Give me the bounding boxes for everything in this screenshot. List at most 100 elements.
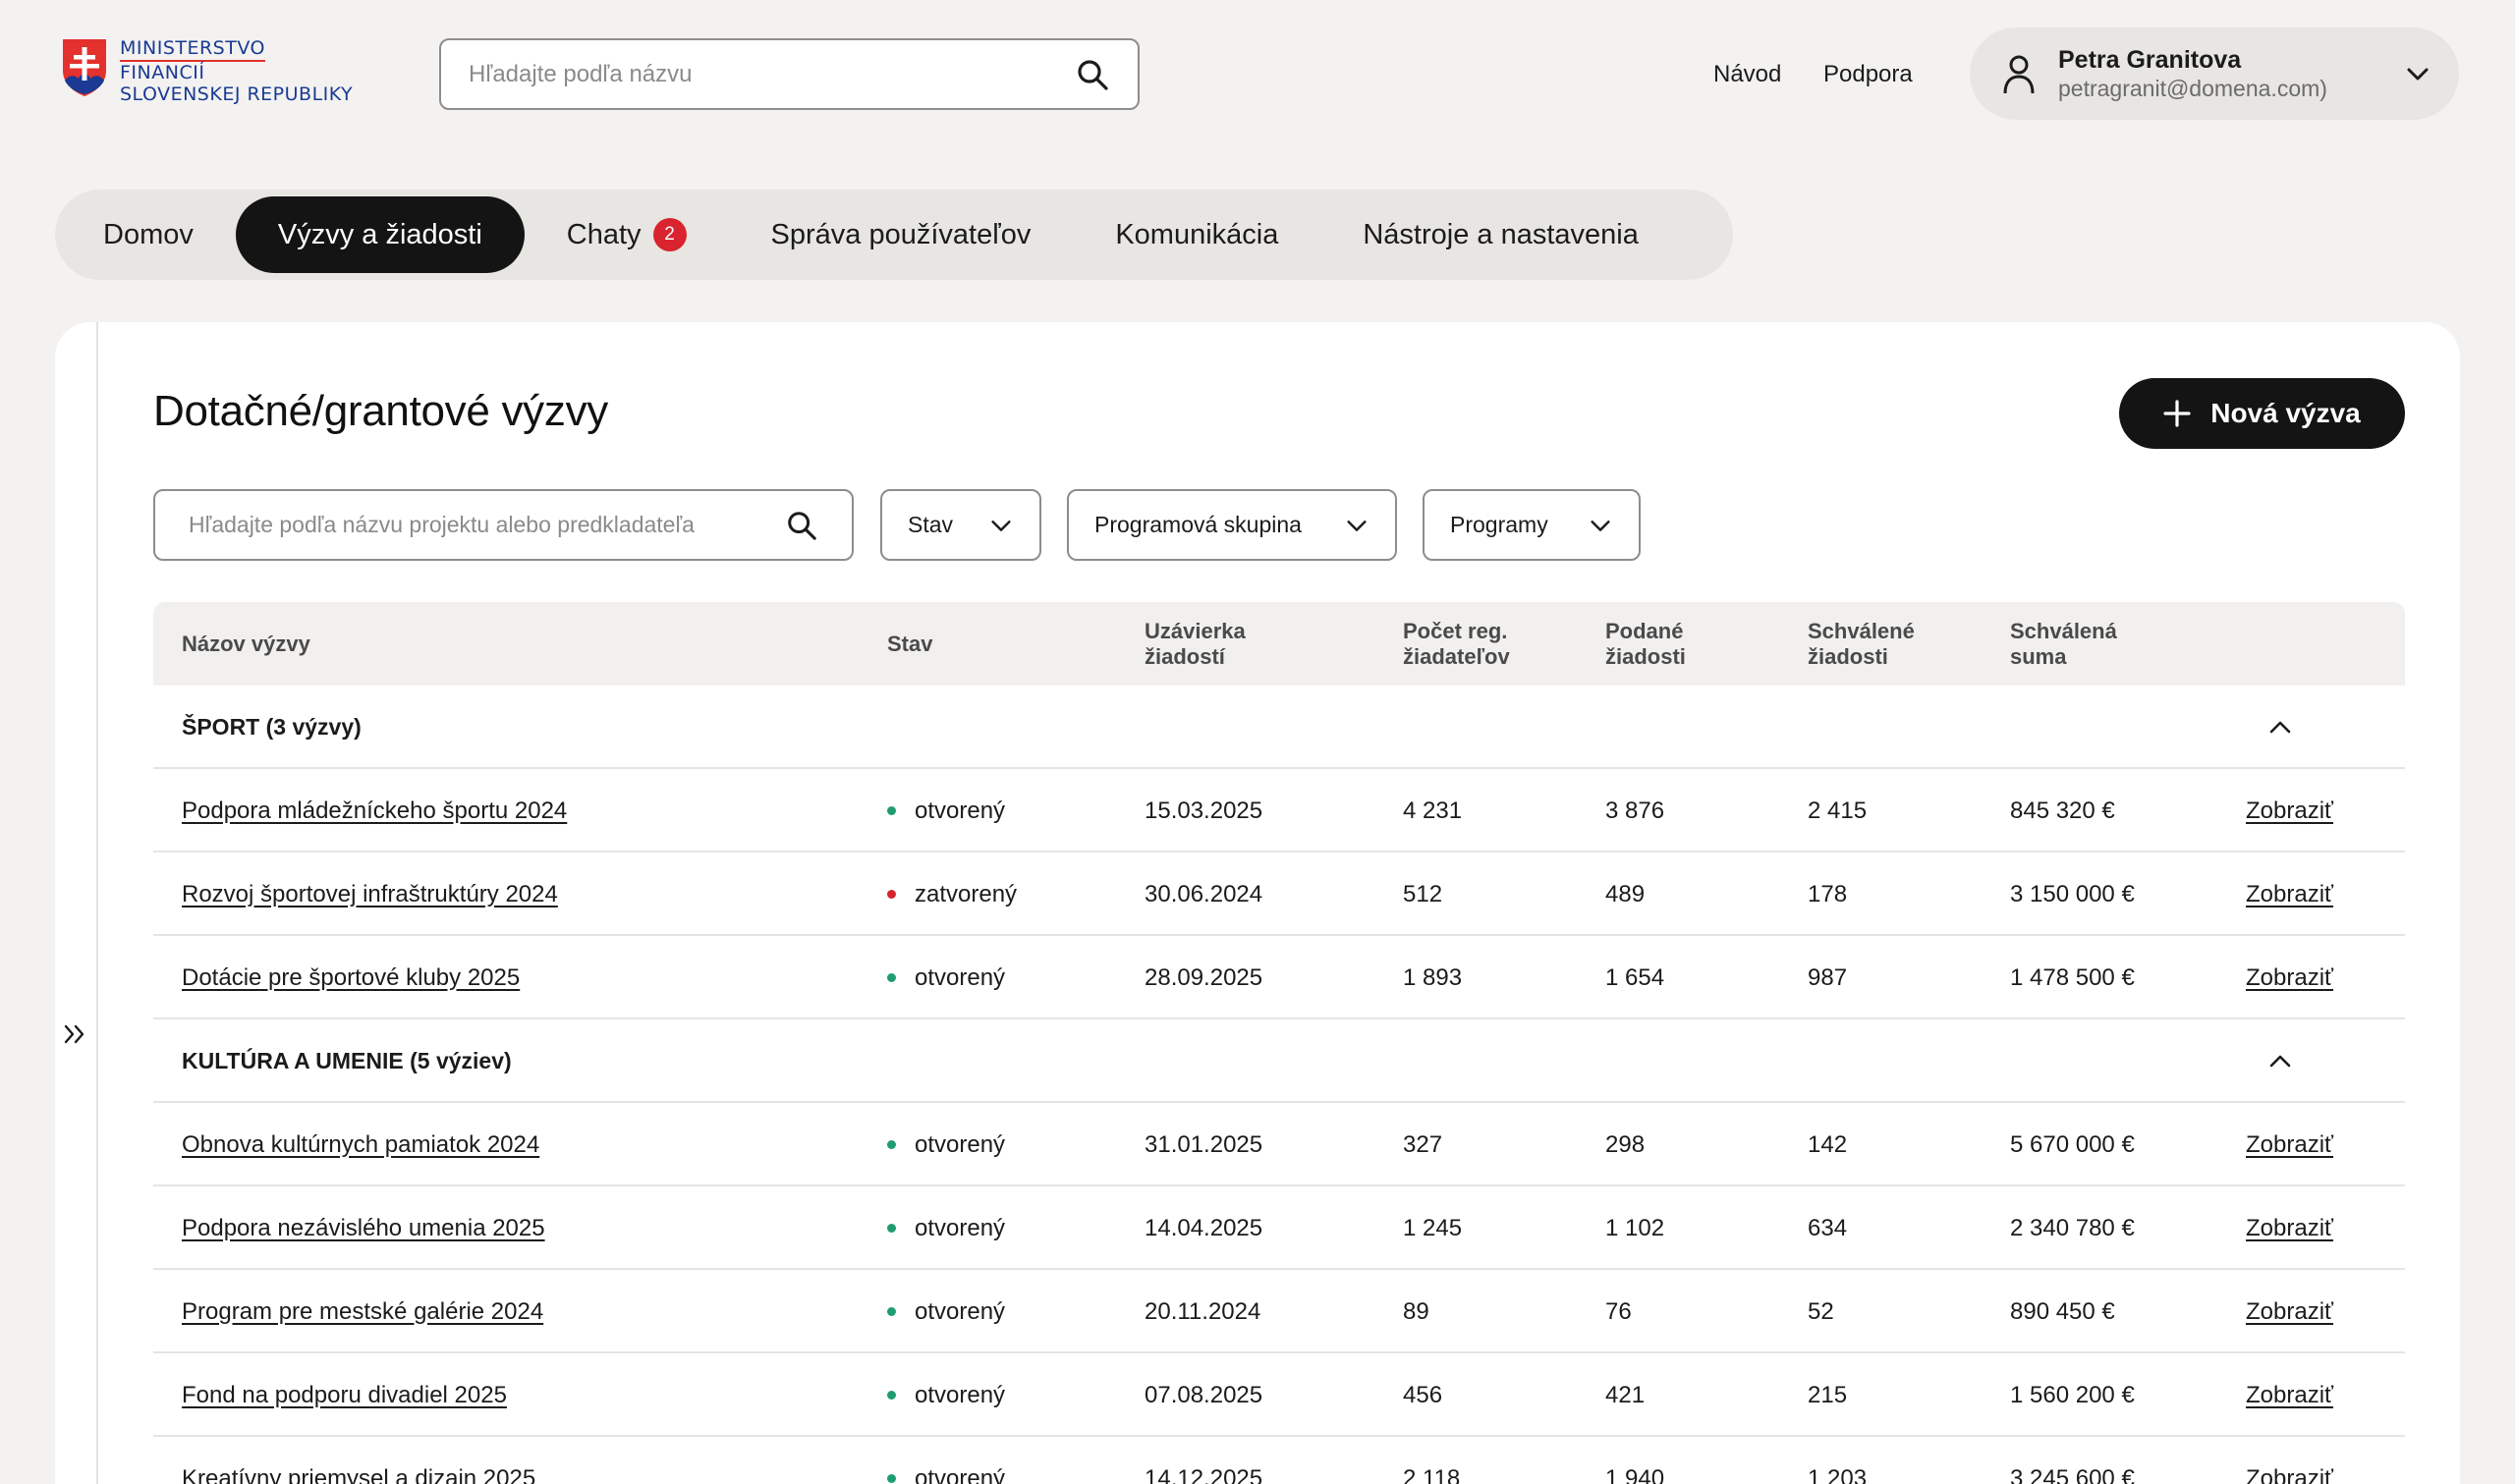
status-cell: otvorený <box>887 769 1005 852</box>
view-link[interactable]: Zobraziť <box>2246 964 2333 992</box>
content-panel: Dotačné/grantové výzvy Nová výzva Stav P… <box>55 322 2460 1484</box>
tab-sprava-pouzivatelov[interactable]: Správa používateľov <box>729 196 1074 273</box>
call-name-cell: Podpora nezávislého umenia 2025 <box>182 1186 545 1270</box>
logo-line-3: SLOVENSKEJ REPUBLIKY <box>120 83 354 105</box>
filter-label: Stav <box>908 512 954 537</box>
call-name-link[interactable]: Program pre mestské galérie 2024 <box>182 1298 543 1326</box>
chevron-down-icon[interactable] <box>2404 60 2431 87</box>
view-action-cell: Zobraziť <box>2246 1270 2333 1353</box>
submitted-cell: 421 <box>1605 1381 1646 1408</box>
call-name-link[interactable]: Kreatívny priemysel a dizajn 2025 <box>182 1465 535 1484</box>
view-link[interactable]: Zobraziť <box>2246 1215 2333 1242</box>
status-cell: otvorený <box>887 1186 1005 1270</box>
new-call-button[interactable]: Nová výzva <box>2119 378 2405 449</box>
tab-label: Komunikácia <box>1115 218 1279 250</box>
chevron-up-icon[interactable] <box>2265 1047 2295 1076</box>
tab-label: Správa používateľov <box>770 218 1032 250</box>
table-row: Podpora mládežníckeho športu 2024 otvoren… <box>153 769 2405 852</box>
user-email: petragranit@domena.com) <box>2058 76 2327 101</box>
column-header-stav[interactable]: Stav <box>887 602 932 686</box>
column-header-approved-sum[interactable]: Schválená suma <box>2010 602 2117 686</box>
user-name: Petra Granitova <box>2058 46 2242 74</box>
call-name-link[interactable]: Obnova kultúrnych pamiatok 2024 <box>182 1131 539 1159</box>
user-menu[interactable]: Petra Granitova petragranit@domena.com) <box>1970 27 2459 120</box>
view-link[interactable]: Zobraziť <box>2246 1298 2333 1326</box>
call-name-link[interactable]: Fond na podporu divadiel 2025 <box>182 1382 507 1409</box>
collapsed-sidebar <box>55 322 98 1484</box>
tab-komunikacia[interactable]: Komunikácia <box>1073 196 1320 273</box>
registered-cell: 512 <box>1403 880 1443 907</box>
tab-vyzvy-a-ziadosti[interactable]: Výzvy a žiadosti <box>235 196 525 273</box>
group-title: ŠPORT (3 výzvy) <box>182 714 362 740</box>
column-header-submitted[interactable]: Podané žiadosti <box>1605 602 1686 686</box>
filter-stav-dropdown[interactable]: Stav <box>880 489 1041 561</box>
group-title: KULTÚRA A UMENIE (5 výziev) <box>182 1048 512 1073</box>
view-link[interactable]: Zobraziť <box>2246 881 2333 908</box>
column-header-approved[interactable]: Schválené žiadosti <box>1808 602 1915 686</box>
submitted-cell: 1 654 <box>1605 963 1665 991</box>
nav-link-podpora[interactable]: Podpora <box>1823 61 1913 88</box>
call-name-cell: Rozvoj športovej infraštruktúry 2024 <box>182 852 558 936</box>
view-action-cell: Zobraziť <box>2246 1186 2333 1270</box>
deadline-cell: 20.11.2024 <box>1145 1297 1261 1325</box>
deadline-cell: 15.03.2025 <box>1145 797 1263 824</box>
status-text: otvorený <box>915 963 1006 991</box>
ministry-logo[interactable]: MINISTERSTVO FINANCIÍ SLOVENSKEJ REPUBLI… <box>61 37 353 105</box>
chevron-down-icon <box>1591 520 1610 531</box>
call-name-link[interactable]: Rozvoj športovej infraštruktúry 2024 <box>182 881 558 908</box>
group-collapse-toggle[interactable] <box>2265 1019 2295 1103</box>
view-link[interactable]: Zobraziť <box>2246 1131 2333 1159</box>
status-cell: zatvorený <box>887 852 1017 936</box>
approved-sum-cell: 5 670 000 € <box>2010 1130 2135 1158</box>
tab-chaty[interactable]: Chaty 2 <box>525 196 729 273</box>
group-collapse-toggle[interactable] <box>2265 686 2295 769</box>
project-search[interactable] <box>153 489 854 561</box>
view-link[interactable]: Zobraziť <box>2246 1465 2333 1484</box>
call-name-link[interactable]: Dotácie pre športové kluby 2025 <box>182 964 520 992</box>
new-call-label: Nová výzva <box>2210 398 2361 428</box>
status-dot <box>887 973 896 982</box>
tab-label: Výzvy a žiadosti <box>277 218 482 250</box>
status-cell: otvorený <box>887 1103 1005 1186</box>
header-search[interactable] <box>439 38 1140 110</box>
call-name-cell: Podpora mládežníckeho športu 2024 <box>182 769 567 852</box>
status-text: otvorený <box>915 1214 1006 1241</box>
status-text: otvorený <box>915 1464 1006 1484</box>
column-header-deadline[interactable]: Uzávierka žiadostí <box>1145 602 1246 686</box>
tab-domov[interactable]: Domov <box>61 196 236 273</box>
approved-cell: 1 203 <box>1808 1464 1868 1484</box>
filter-programy-dropdown[interactable]: Programy <box>1423 489 1641 561</box>
call-name-link[interactable]: Podpora nezávislého umenia 2025 <box>182 1215 545 1242</box>
registered-cell: 1 893 <box>1403 963 1463 991</box>
filter-programova-skupina-dropdown[interactable]: Programová skupina <box>1067 489 1397 561</box>
column-header-name[interactable]: Názov výzvy <box>182 602 310 686</box>
group-row: ŠPORT (3 výzvy) <box>153 686 2405 769</box>
deadline-cell: 28.09.2025 <box>1145 963 1263 991</box>
header-search-input[interactable] <box>469 60 1075 88</box>
column-header-registered[interactable]: Počet reg. žiadateľov <box>1403 602 1510 686</box>
search-icon[interactable] <box>1075 57 1110 92</box>
tab-label: Chaty <box>566 218 642 250</box>
logo-line-1: MINISTERSTVO <box>120 37 265 62</box>
logo-text: MINISTERSTVO FINANCIÍ SLOVENSKEJ REPUBLI… <box>120 37 353 105</box>
chevron-up-icon[interactable] <box>2265 713 2295 742</box>
page-title: Dotačné/grantové výzvy <box>153 387 608 435</box>
approved-cell: 634 <box>1808 1214 1848 1241</box>
view-link[interactable]: Zobraziť <box>2246 797 2333 825</box>
project-search-input[interactable] <box>189 512 785 538</box>
logo-line-2: FINANCIÍ <box>120 62 205 83</box>
view-action-cell: Zobraziť <box>2246 769 2333 852</box>
table-row: Obnova kultúrnych pamiatok 2024 otvorený 3… <box>153 1103 2405 1186</box>
approved-cell: 215 <box>1808 1381 1848 1408</box>
nav-link-navod[interactable]: Návod <box>1713 61 1781 88</box>
submitted-cell: 489 <box>1605 880 1646 907</box>
status-dot <box>887 1391 896 1400</box>
main-tabs: Domov Výzvy a žiadosti Chaty 2 Správa pou… <box>55 190 1733 280</box>
search-icon[interactable] <box>785 509 818 542</box>
view-link[interactable]: Zobraziť <box>2246 1382 2333 1409</box>
submitted-cell: 1 940 <box>1605 1464 1665 1484</box>
expand-sidebar-icon[interactable] <box>61 1019 90 1049</box>
call-name-link[interactable]: Podpora mládežníckeho športu 2024 <box>182 797 567 825</box>
tab-nastroje-a-nastavenia[interactable]: Nástroje a nastavenia <box>1320 196 1681 273</box>
registered-cell: 456 <box>1403 1381 1443 1408</box>
